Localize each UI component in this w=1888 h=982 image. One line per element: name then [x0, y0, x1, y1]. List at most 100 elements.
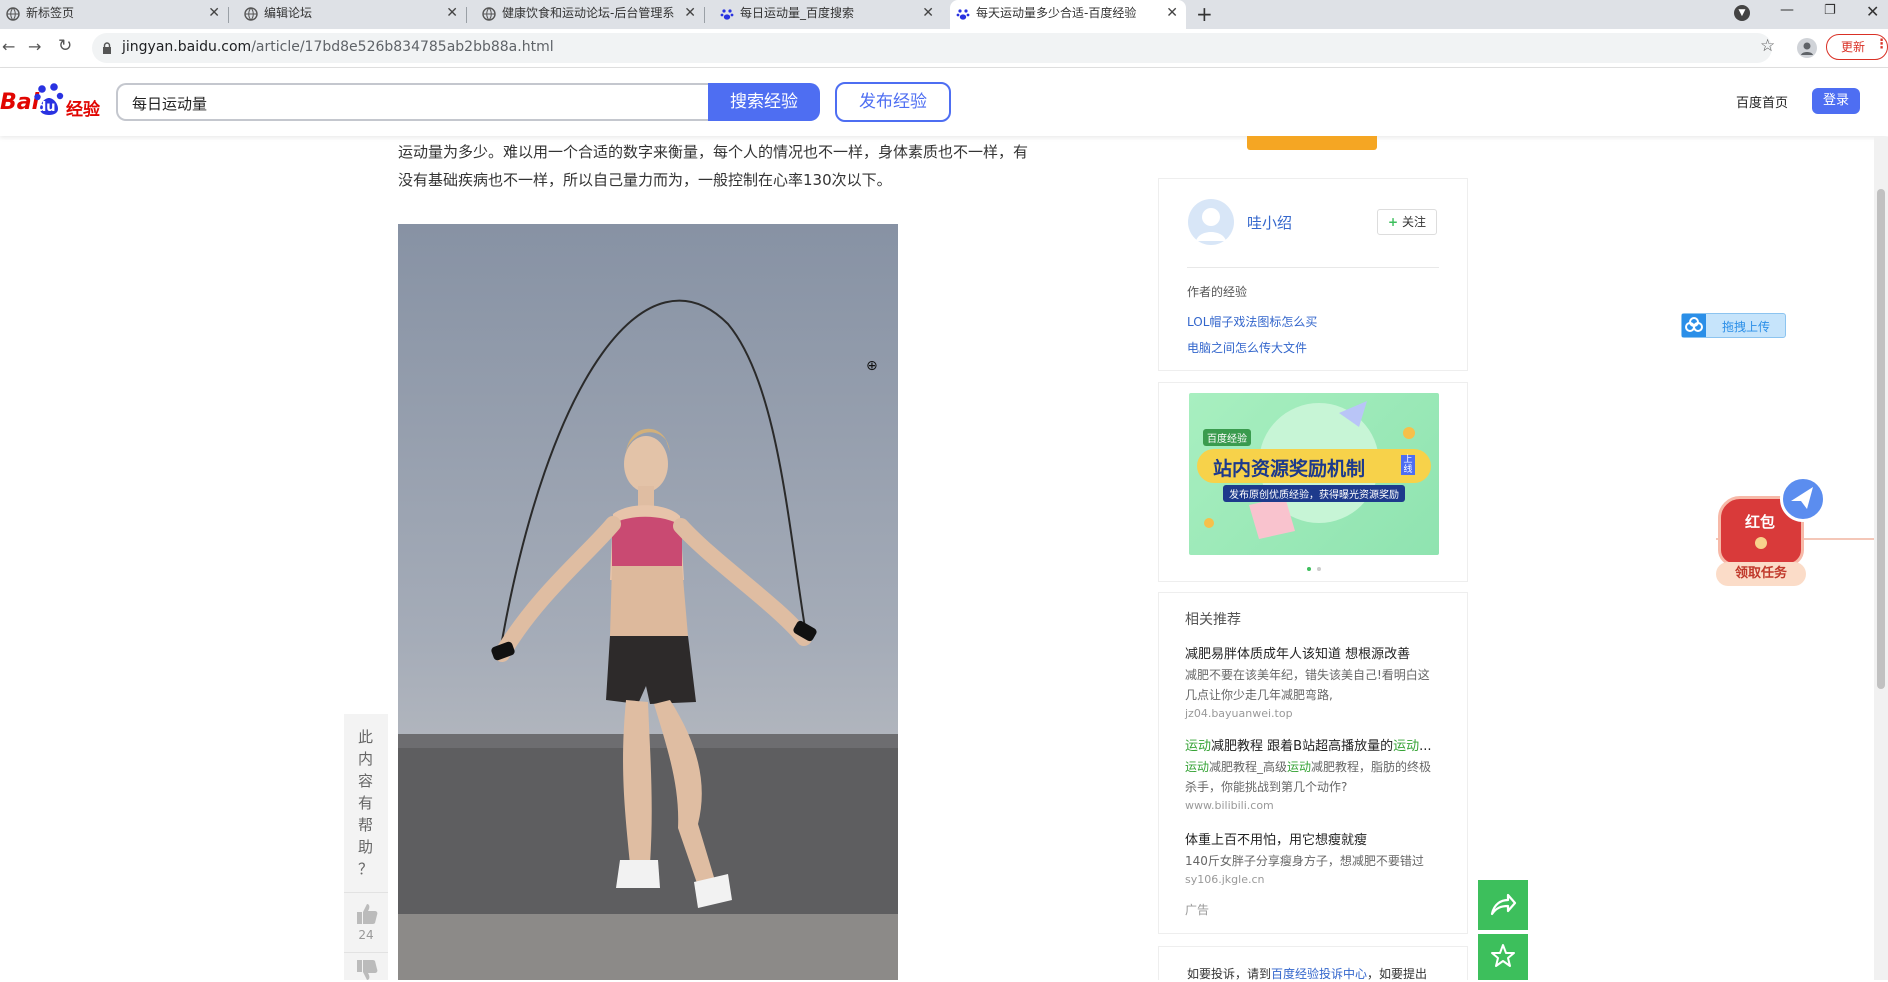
tab-health-forum-admin[interactable]: 健康饮食和运动论坛-后台管理系 ✕: [476, 0, 704, 29]
site-header: Bai du 经验 每日运动量 搜索经验 发布经验 百度首页 登录: [0, 68, 1888, 136]
tab-edit-forum[interactable]: 编辑论坛 ✕: [238, 0, 466, 29]
bird-icon: [1780, 476, 1826, 522]
page-scrollbar[interactable]: [1874, 137, 1888, 980]
new-tab-button[interactable]: +: [1196, 2, 1213, 26]
related-item[interactable]: 运动减肥教程 跟着B站超高播放量的运动... 运动减肥教程_高级运动减肥教程，脂…: [1185, 735, 1457, 812]
favorite-button[interactable]: [1478, 934, 1528, 980]
related-item-url: jz04.bayuanwei.top: [1185, 707, 1293, 720]
carousel-dot[interactable]: [1317, 567, 1321, 571]
author-name[interactable]: 哇小绍: [1247, 212, 1292, 233]
article-image[interactable]: ⊕: [398, 224, 898, 980]
cloud-icon: [1682, 314, 1706, 337]
complaint-part: ，如要提出: [1367, 967, 1428, 981]
promo-banner[interactable]: 百度经验 站内资源奖励机制 上线 发布原创优质经验，获得曝光资源奖励: [1189, 393, 1439, 555]
reload-icon[interactable]: ↻: [58, 36, 72, 56]
close-icon[interactable]: ✕: [922, 0, 934, 27]
banner-badge: 上线: [1401, 455, 1415, 475]
related-item-desc: 减肥不要在该美年纪，错失该美自己!看明白这: [1185, 668, 1430, 682]
globe-icon: [244, 7, 258, 21]
tab-separator: [466, 7, 467, 23]
carousel-dot-active[interactable]: [1307, 567, 1311, 571]
zoom-in-icon[interactable]: ⊕: [866, 358, 878, 374]
address-toolbar: ← → ↻ jingyan.baidu.com/article/17bd8e52…: [0, 29, 1888, 68]
receive-task-button[interactable]: 领取任务: [1716, 562, 1806, 586]
ad-label: 广告: [1185, 903, 1210, 917]
publish-button[interactable]: 发布经验: [835, 82, 951, 122]
follow-button[interactable]: + 关注: [1377, 209, 1437, 235]
related-item[interactable]: 体重上百不用怕，用它想瘦就瘦 140斤女胖子分享瘦身方子，想减肥不要错过 sy1…: [1185, 829, 1457, 886]
author-avatar[interactable]: [1188, 199, 1234, 245]
tab-separator: [228, 7, 229, 23]
related-item[interactable]: 减肥易胖体质成年人该知道 想根源改善 减肥不要在该美年纪，错失该美自己!看明白这…: [1185, 643, 1457, 720]
article-line: 没有基础疾病也不一样，所以自己量力而为，一般控制在心率130次以下。: [398, 171, 892, 189]
tab-new-tab[interactable]: 新标签页 ✕: [0, 0, 228, 29]
like-button[interactable]: 24: [344, 896, 388, 948]
globe-icon: [482, 7, 496, 21]
helpful-char: 帮: [358, 816, 374, 834]
divider: [344, 892, 388, 893]
search-input[interactable]: 每日运动量: [116, 83, 708, 121]
related-item-desc: 几点让你少走几年减肥弯路,: [1185, 688, 1333, 702]
complaint-text: 如要投诉，请到百度经验投诉中心，如要提出: [1187, 965, 1427, 982]
bookmark-star-icon[interactable]: ☆: [1760, 36, 1775, 56]
like-count: 24: [358, 928, 374, 942]
baidu-paw-icon: [720, 9, 734, 20]
baidu-paw-icon: [956, 9, 970, 20]
close-icon[interactable]: ✕: [446, 0, 458, 27]
complaint-center-link[interactable]: 百度经验投诉中心: [1271, 967, 1367, 981]
search-button[interactable]: 搜索经验: [708, 83, 820, 121]
profile-avatar-icon[interactable]: [1797, 38, 1817, 58]
red-packet-title: 红包: [1745, 513, 1776, 531]
back-arrow-icon[interactable]: ←: [2, 37, 15, 56]
update-label: 更新: [1841, 40, 1866, 54]
helpful-char: 助: [358, 838, 374, 856]
menu-dots-icon: ⋮: [1875, 37, 1888, 52]
url-text: jingyan.baidu.com/article/17bd8e526b8347…: [122, 39, 554, 55]
baidu-home-link[interactable]: 百度首页: [1736, 92, 1788, 111]
tab-baidu-search[interactable]: 每日运动量_百度搜索 ✕: [714, 0, 942, 29]
restore-icon[interactable]: ❐: [1824, 3, 1836, 18]
logo-du: du: [37, 100, 56, 115]
share-button[interactable]: [1478, 880, 1528, 930]
author-experience-link[interactable]: LOL帽子戏法图标怎么买: [1187, 313, 1317, 330]
related-item-title: 体重上百不用怕，用它想瘦就瘦: [1185, 833, 1368, 848]
tab-title: 每天运动量多少合适-百度经验: [976, 6, 1137, 20]
logo-jingyan: 经验: [66, 100, 100, 120]
sidebar-orange-banner-edge[interactable]: [1247, 136, 1377, 150]
thumbs-down-icon[interactable]: [355, 960, 379, 980]
tab-title: 新标签页: [26, 6, 75, 20]
url-domain: jingyan.baidu.com: [122, 39, 252, 55]
desc-part: 减肥教程，脂肪的终极: [1311, 760, 1432, 774]
highlight: 运动: [1185, 739, 1212, 754]
close-icon[interactable]: ✕: [684, 0, 696, 27]
login-button[interactable]: 登录: [1812, 88, 1860, 114]
baidu-jingyan-logo[interactable]: Bai du 经验: [0, 82, 110, 122]
banner-subtitle: 发布原创优质经验，获得曝光资源奖励: [1223, 485, 1405, 502]
forward-arrow-icon[interactable]: →: [28, 37, 41, 56]
drag-upload-button[interactable]: 拖拽上传: [1681, 313, 1786, 338]
url-path: /article/17bd8e526b834785ab2bb88a.html: [251, 39, 554, 55]
update-button[interactable]: 更新 ⋮: [1826, 34, 1888, 60]
title-part: ...: [1419, 739, 1432, 754]
article-text: 运动量为多少。难以用一个合适的数字来衡量，每个人的情况也不一样，身体素质也不一样…: [398, 138, 1098, 194]
tab-baidu-jingyan-active[interactable]: 每天运动量多少合适-百度经验 ✕: [950, 0, 1186, 29]
window-close-icon[interactable]: ✕: [1866, 2, 1879, 21]
close-icon[interactable]: ✕: [208, 0, 220, 27]
address-bar[interactable]: jingyan.baidu.com/article/17bd8e526b8347…: [92, 33, 1775, 63]
author-experience-link[interactable]: 电脑之间怎么传大文件: [1187, 339, 1307, 356]
complaint-part: 如要投诉，请到: [1187, 967, 1272, 981]
red-packet-widget[interactable]: 红包 领取任务: [1716, 476, 1888, 592]
minimize-icon[interactable]: —: [1780, 2, 1794, 18]
helpful-char: 内: [358, 750, 374, 768]
tab-separator: [704, 7, 705, 23]
helpful-char: 此: [358, 728, 374, 746]
thumbs-up-icon: [357, 904, 378, 924]
tab-search-icon[interactable]: ▼: [1734, 5, 1750, 21]
scrollbar-thumb[interactable]: [1877, 189, 1885, 689]
helpful-char: ？: [358, 860, 374, 878]
lock-icon: [103, 42, 111, 54]
close-icon[interactable]: ✕: [1166, 0, 1178, 27]
author-experience-heading: 作者的经验: [1187, 285, 1248, 299]
complaint-card: 如要投诉，请到百度经验投诉中心，如要提出: [1158, 946, 1468, 982]
helpful-char: 容: [358, 772, 374, 790]
